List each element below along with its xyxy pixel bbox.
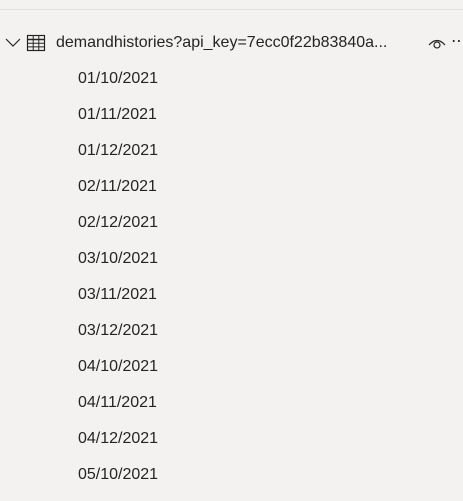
field-list: 01/10/2021 01/11/2021 01/12/2021 02/11/2…	[0, 63, 463, 495]
field-item[interactable]: 01/12/2021	[0, 135, 463, 171]
field-item[interactable]: 02/12/2021	[0, 207, 463, 243]
table-header[interactable]: demandhistories?api_key=7ecc0f22b83840a.…	[0, 30, 463, 56]
field-item[interactable]: 01/10/2021	[0, 63, 463, 99]
top-divider	[0, 9, 463, 10]
field-label: 02/12/2021	[78, 214, 159, 231]
chevron-down-icon[interactable]	[4, 34, 22, 52]
field-item[interactable]: 04/11/2021	[0, 387, 463, 423]
field-item[interactable]: 03/11/2021	[0, 279, 463, 315]
field-label: 04/11/2021	[78, 394, 157, 411]
field-item[interactable]: 04/12/2021	[0, 423, 463, 459]
field-label: 01/11/2021	[78, 106, 157, 123]
field-item[interactable]: 04/10/2021	[0, 351, 463, 387]
field-label: 02/11/2021	[78, 178, 157, 195]
field-item[interactable]: 05/10/2021	[0, 459, 463, 495]
field-label: 05/10/2021	[78, 466, 159, 483]
field-item[interactable]: 03/12/2021	[0, 315, 463, 351]
field-label: 04/12/2021	[78, 430, 159, 447]
field-label: 03/12/2021	[78, 322, 159, 339]
field-label: 04/10/2021	[78, 358, 159, 375]
field-label: 01/10/2021	[78, 70, 159, 87]
field-label: 03/11/2021	[78, 286, 157, 303]
table-icon	[26, 34, 46, 52]
field-label: 03/10/2021	[78, 250, 159, 267]
field-item[interactable]: 03/10/2021	[0, 243, 463, 279]
eye-icon[interactable]	[427, 34, 447, 52]
field-item[interactable]: 01/11/2021	[0, 99, 463, 135]
more-options-icon[interactable]: ⋯	[451, 32, 463, 52]
field-label: 01/12/2021	[78, 142, 159, 159]
field-item[interactable]: 02/11/2021	[0, 171, 463, 207]
table-name[interactable]: demandhistories?api_key=7ecc0f22b83840a.…	[56, 33, 420, 53]
